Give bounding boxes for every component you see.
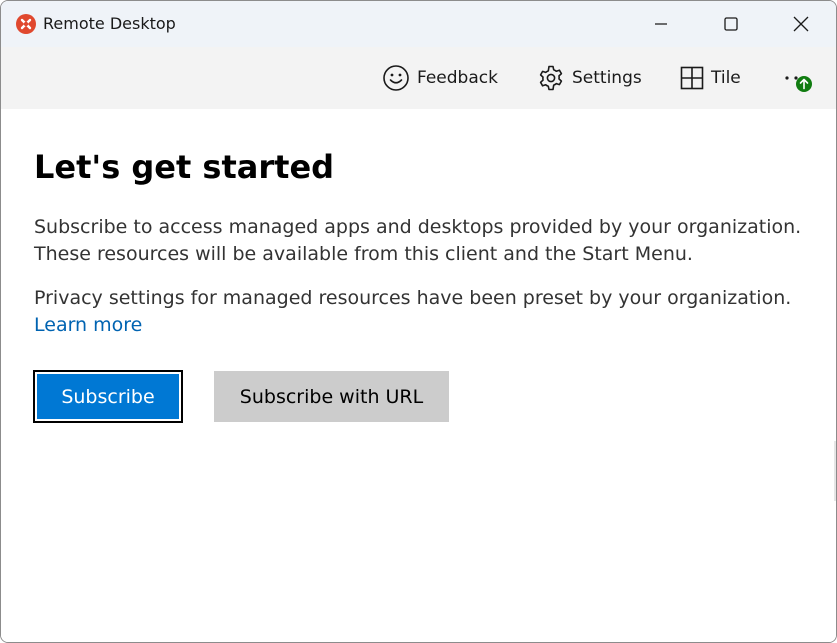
more-ellipsis-icon: [785, 76, 798, 80]
smiley-feedback-icon: [383, 65, 409, 91]
window-edge-shadow: [834, 441, 836, 501]
subscribe-with-url-button[interactable]: Subscribe with URL: [214, 371, 449, 422]
maximize-button[interactable]: [696, 1, 766, 47]
settings-button[interactable]: Settings: [537, 47, 642, 109]
settings-label: Settings: [572, 68, 642, 88]
gear-icon: [539, 65, 563, 91]
subscribe-description-line-1: Subscribe to access managed apps and des…: [34, 216, 802, 238]
close-button[interactable]: [766, 1, 836, 47]
close-icon: [793, 16, 809, 32]
privacy-description-text: Privacy settings for managed resources h…: [34, 287, 792, 309]
remote-desktop-logo-icon: [16, 14, 36, 34]
subscribe-button[interactable]: Subscribe: [33, 370, 183, 423]
tile-label: Tile: [711, 68, 741, 88]
minimize-icon: [655, 23, 667, 25]
privacy-description: Privacy settings for managed resources h…: [34, 285, 824, 339]
window-title: Remote Desktop: [43, 14, 176, 33]
page-title: Let's get started: [34, 148, 335, 186]
subscribe-button-label: Subscribe: [37, 374, 179, 419]
toolbar: Feedback Settings Tile: [1, 47, 836, 109]
subscribe-description-line-2: These resources will be available from t…: [34, 243, 693, 265]
tile-view-button[interactable]: Tile: [680, 47, 741, 109]
subscribe-description: Subscribe to access managed apps and des…: [34, 214, 824, 268]
maximize-icon: [724, 17, 738, 31]
update-arrow-icon: [796, 76, 812, 92]
feedback-button[interactable]: Feedback: [382, 47, 498, 109]
title-bar[interactable]: Remote Desktop: [1, 1, 836, 47]
tile-grid-icon: [680, 66, 704, 90]
main-content: Let's get started Subscribe to access ma…: [1, 109, 836, 642]
learn-more-link[interactable]: Learn more: [34, 314, 142, 336]
more-options-button[interactable]: [782, 65, 816, 95]
remote-desktop-window: Remote Desktop Feedback Settings Tile Le…: [0, 0, 837, 643]
feedback-label: Feedback: [417, 68, 498, 88]
minimize-button[interactable]: [626, 1, 696, 47]
